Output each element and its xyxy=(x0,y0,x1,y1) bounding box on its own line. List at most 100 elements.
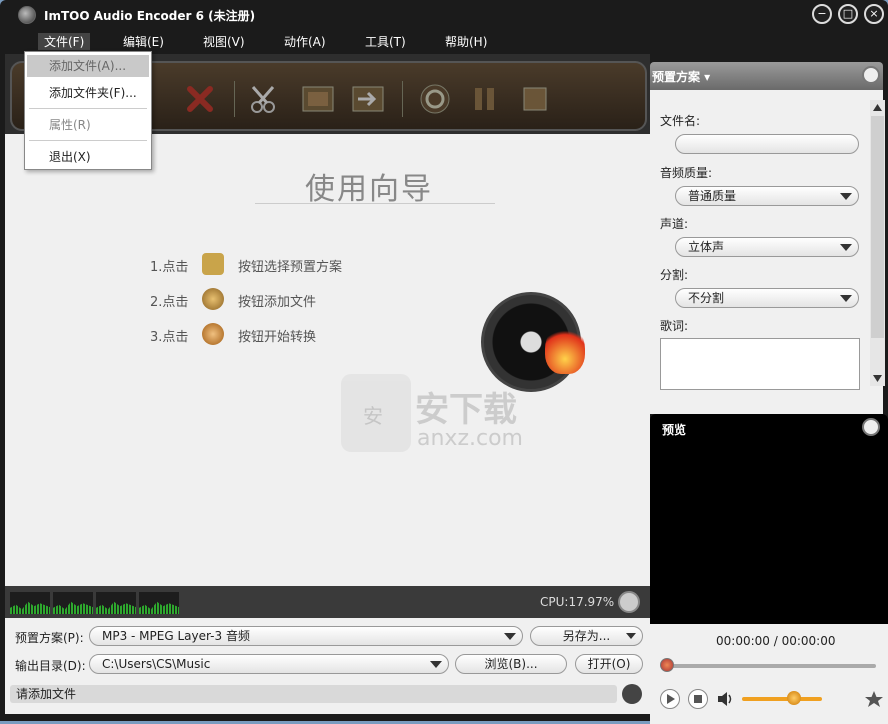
split-label: 分割: xyxy=(660,268,689,282)
profile-panel-header: 预置方案 ▾ xyxy=(650,62,883,90)
convert-start-icon[interactable] xyxy=(417,83,453,115)
window-title: ImTOO Audio Encoder 6 (未注册) xyxy=(44,9,256,23)
step-prefix: 3.点击 xyxy=(150,330,189,345)
menu-separator xyxy=(29,140,147,141)
delete-icon[interactable] xyxy=(182,83,218,115)
step-text: 按钮选择预置方案 xyxy=(238,260,343,275)
scrollbar[interactable] xyxy=(870,100,885,386)
audio-visualizer xyxy=(96,592,136,614)
flame-logo xyxy=(545,324,585,374)
split-value: 不分割 xyxy=(688,291,725,305)
preview-panel: 预览 00:00:00 / 00:00:00 xyxy=(650,414,888,724)
add-file-icon xyxy=(202,288,224,310)
menu-item-add-folder[interactable]: 添加文件夹(F)... xyxy=(27,82,149,104)
open-button[interactable]: 打开(O) xyxy=(575,654,643,674)
menu-tools[interactable]: 工具(T) xyxy=(365,33,406,50)
browse-label: 浏览(B)... xyxy=(484,657,538,671)
step-text: 按钮开始转换 xyxy=(238,330,317,345)
quality-select[interactable]: 普通质量 xyxy=(675,186,859,206)
chevron-down-icon xyxy=(626,633,636,639)
profile-select-value: MP3 - MPEG Layer-3 音频 xyxy=(102,629,250,643)
output-dir-select[interactable]: C:\Users\CS\Music xyxy=(89,654,449,674)
profile-select[interactable]: MP3 - MPEG Layer-3 音频 xyxy=(89,626,523,646)
step-prefix: 2.点击 xyxy=(150,295,189,310)
volume-icon[interactable] xyxy=(716,690,736,711)
stop-icon[interactable] xyxy=(517,83,553,115)
menu-edit[interactable]: 编辑(E) xyxy=(123,33,164,50)
volume-slider[interactable] xyxy=(742,697,822,701)
chevron-down-icon xyxy=(840,295,852,302)
chevron-down-icon xyxy=(840,193,852,200)
wizard-step-1: 1.点击 按钮选择预置方案 xyxy=(150,253,342,275)
browse-button[interactable]: 浏览(B)... xyxy=(455,654,567,674)
watermark-subtext: anxz.com xyxy=(417,426,523,451)
clip-scissors-icon[interactable] xyxy=(247,83,283,115)
play-icon[interactable] xyxy=(660,689,680,709)
watermark-text: 安下载 xyxy=(415,390,517,430)
preset-profile-icon xyxy=(202,253,224,275)
file-menu-dropdown: 添加文件(A)... 添加文件夹(F)... 属性(R) 退出(X) xyxy=(24,51,152,170)
stop-icon[interactable] xyxy=(688,689,708,709)
playback-time: 00:00:00 / 00:00:00 xyxy=(716,634,836,648)
output-dir-value: C:\Users\CS\Music xyxy=(102,657,211,671)
film-segment-icon[interactable] xyxy=(300,83,336,115)
lyrics-label: 歌词: xyxy=(660,319,689,333)
watermark-bag-icon: 安 xyxy=(341,374,411,452)
quality-value: 普通质量 xyxy=(688,189,737,203)
maximize-button[interactable]: □ xyxy=(838,4,858,24)
menu-item-properties: 属性(R) xyxy=(49,118,91,132)
side-panel: 预置方案 ▾ 文件名: 音频质量: 普通质量 声道: 立体声 分割: 不分割 歌… xyxy=(650,54,888,724)
step-text: 按钮添加文件 xyxy=(238,295,317,310)
audio-visualizer xyxy=(53,592,93,614)
menu-item-add-file[interactable]: 添加文件(A)... xyxy=(27,55,149,77)
audio-visualizer xyxy=(10,592,50,614)
audio-visualizer xyxy=(139,592,179,614)
filename-input[interactable] xyxy=(675,134,859,154)
menu-item-exit[interactable]: 退出(X) xyxy=(27,146,149,168)
menu-help[interactable]: 帮助(H) xyxy=(445,33,487,50)
menu-action[interactable]: 动作(A) xyxy=(284,33,326,50)
channel-select[interactable]: 立体声 xyxy=(675,237,859,257)
channel-label: 声道: xyxy=(660,217,689,231)
pause-icon[interactable] xyxy=(467,83,503,115)
visualizer-bar: CPU:17.97% xyxy=(5,586,650,618)
wizard-step-3: 3.点击 按钮开始转换 xyxy=(150,323,316,345)
seek-bar[interactable] xyxy=(664,664,876,668)
menu-file[interactable]: 文件(F) xyxy=(38,33,91,50)
app-logo-icon xyxy=(18,6,36,24)
wizard-title: 使用向导 xyxy=(305,172,433,207)
chevron-down-icon xyxy=(504,633,516,640)
playback-controls: 00:00:00 / 00:00:00 xyxy=(650,624,888,724)
lyrics-textarea[interactable] xyxy=(660,338,860,390)
step-prefix: 1.点击 xyxy=(150,260,189,275)
app-window: ImTOO Audio Encoder 6 (未注册) − □ × 文件(F) … xyxy=(0,0,888,724)
toolbar-separator xyxy=(234,81,235,117)
seek-handle[interactable] xyxy=(660,658,674,672)
preview-title: 预览 xyxy=(662,423,687,437)
output-dir-label: 输出目录(D): xyxy=(15,659,86,673)
wizard-step-2: 2.点击 按钮添加文件 xyxy=(150,288,316,310)
title-bar: ImTOO Audio Encoder 6 (未注册) − □ × xyxy=(0,0,888,30)
profile-panel-title[interactable]: 预置方案 ▾ xyxy=(652,68,710,85)
expand-arrow-icon[interactable] xyxy=(862,418,880,436)
close-button[interactable]: × xyxy=(864,4,884,24)
chevron-down-icon xyxy=(430,661,442,668)
minimize-button[interactable]: − xyxy=(812,4,832,24)
menu-view[interactable]: 视图(V) xyxy=(203,33,245,50)
cpu-usage: CPU:17.97% xyxy=(540,595,615,609)
menu-bar: 文件(F) 编辑(E) 视图(V) 动作(A) 工具(T) 帮助(H) xyxy=(0,30,888,52)
quality-label: 音频质量: xyxy=(660,166,713,180)
settings-wrench-icon[interactable] xyxy=(618,591,640,613)
expand-arrow-icon[interactable] xyxy=(862,66,880,84)
save-as-button[interactable]: 另存为... xyxy=(530,626,643,646)
save-as-label: 另存为... xyxy=(562,629,611,643)
channel-value: 立体声 xyxy=(688,240,725,254)
menu-separator xyxy=(29,108,147,109)
snapshot-star-icon[interactable] xyxy=(864,690,884,711)
convert-icon xyxy=(202,323,224,345)
log-icon[interactable] xyxy=(622,684,642,704)
film-merge-icon[interactable] xyxy=(350,83,386,115)
toolbar-separator xyxy=(402,81,403,117)
split-select[interactable]: 不分割 xyxy=(675,288,859,308)
volume-handle[interactable] xyxy=(787,691,801,705)
